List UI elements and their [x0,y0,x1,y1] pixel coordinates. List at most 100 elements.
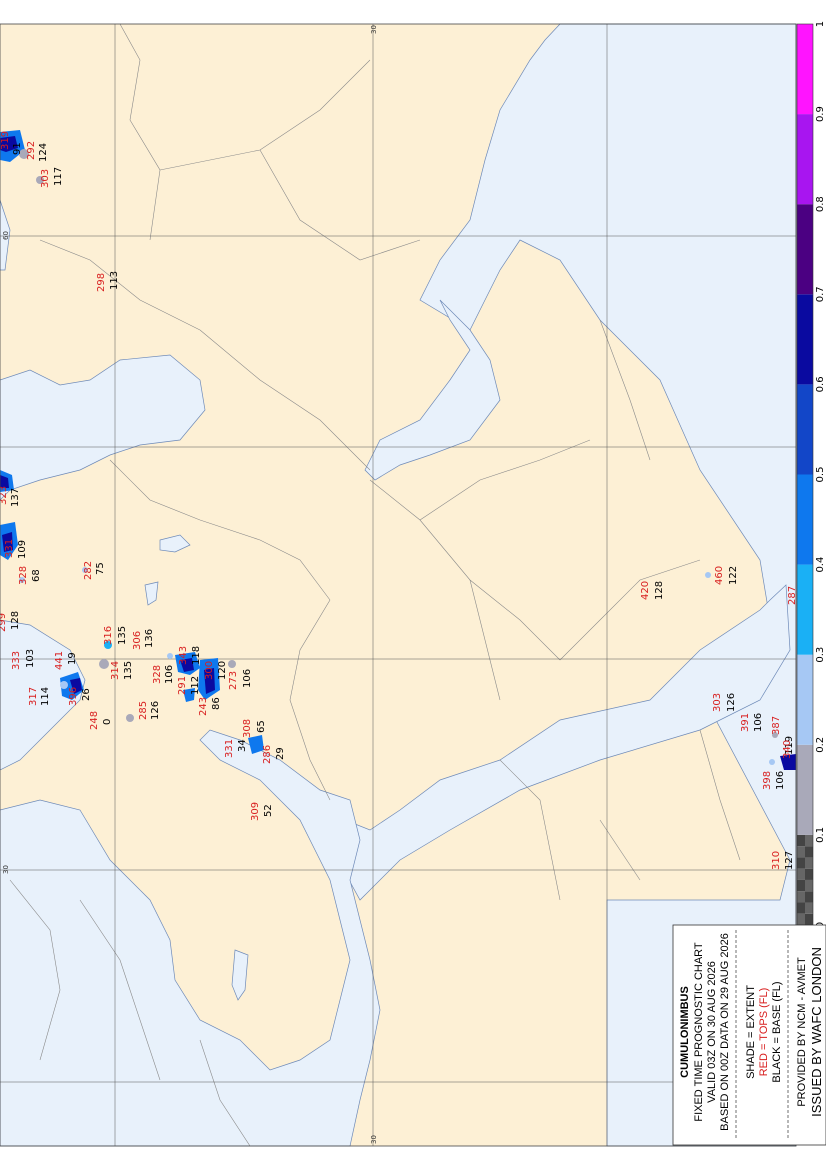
cell-base-label: 68 [31,569,42,582]
legend-provided-by: PROVIDED BY NCM - AVMET [796,957,808,1107]
cell-base-label: 65 [256,720,267,733]
cell-top-label: 306 [132,631,143,650]
colorbar-tick-label: 0.4 [815,557,826,573]
cell-base-label: 19 [67,652,78,665]
legend-key-tops: RED = TOPS (FL) [758,988,770,1077]
probability-colorbar: 00.10.20.30.40.50.60.70.80.91 [796,21,826,928]
colorbar-check-square [797,913,805,925]
colorbar-check-square [805,891,813,903]
cell-top-label: 420 [640,581,651,600]
cell-top-label: 285 [138,701,149,720]
cell-top-label: 317 [28,687,39,706]
cell-base-label: 126 [726,693,737,712]
colorbar-check-square [797,846,805,858]
colorbar-segment [797,294,813,385]
cell-top-label: 309 [250,802,261,821]
cell-top-label: 243 [198,697,209,716]
colorbar-tick-label: 0.5 [815,467,826,483]
cell-shape [228,660,236,668]
cell-top-label: 343 [178,646,189,665]
colorbar-tick-label: 0.2 [815,737,826,753]
cell-top-label: 460 [714,566,725,585]
colorbar-segment [797,564,813,655]
colorbar-tick-label: 0.1 [815,827,826,843]
cell-base-label: 91 [12,142,23,155]
cell-top-label: 300 [204,661,215,680]
cell-base-label: 106 [164,665,175,684]
cell-base-label: 29 [275,747,286,760]
cell-base-label: 135 [123,661,134,680]
cell-base-label: 75 [95,562,106,575]
cell-top-label: 303 [712,693,723,712]
grid-label-bottom: 30 [370,1135,378,1144]
cell-shape [99,659,109,669]
cell-top-label: 286 [262,745,273,764]
cell-top-label: 298 [96,273,107,292]
cell-top-label: 331 [4,539,15,558]
cumulonimbus-chart: 30 60 30 30 319 91 292 124 303 117 298 1… [0,21,826,1147]
cell-top-label: 308 [242,719,253,738]
cell-top-label: 340 [782,740,793,759]
colorbar-tick-label: 1 [815,21,826,27]
cell-shape [769,759,775,765]
cell-base-label: 128 [654,581,665,600]
cell-top-label: 391 [740,713,751,732]
cell-top-label: 398 [762,771,773,790]
legend-key-base: BLACK = BASE (FL) [771,981,783,1082]
cell-base-label: 120 [217,661,228,680]
cell-top-label: 292 [26,141,37,160]
legend-line-2: VALID 03Z ON 30 AUG 2026 [706,961,718,1103]
cell-top-label: 328 [18,566,29,585]
cell-top-label: 441 [54,651,65,670]
colorbar-segment [797,384,813,475]
cell-top-label: 319 [0,131,11,150]
colorbar-segment [797,654,813,745]
colorbar-check-square [805,868,813,880]
cell-top-label: 273 [228,671,239,690]
grid-label-top: 30 [370,25,378,34]
colorbar-check-square [797,834,805,847]
grid-label-left-upper: 60 [2,231,10,240]
legend-key-extent: SHADE = EXTENT [745,985,757,1079]
cell-base-label: 0 [102,719,113,725]
cell-base-label: 135 [117,626,128,645]
colorbar-segment [797,474,813,565]
cell-base-label: 52 [263,804,274,817]
colorbar-check-square [797,857,805,869]
colorbar-segment [797,204,813,295]
cell-base-label: 26 [81,688,92,701]
cell-top-label: 291 [177,676,188,695]
legend-box: CUMULONIMBUS FIXED TIME PROGNOSTIC CHART… [672,924,826,1146]
colorbar-segment [797,114,813,205]
cell-base-label: 122 [728,566,739,585]
cell-top-label: 323 [0,486,9,505]
cell-base-label: 112 [190,676,201,695]
cell-top-label: 248 [89,711,100,730]
colorbar-check-square [805,879,813,892]
cell-base-label: 136 [144,629,155,648]
colorbar-check-square [797,902,805,914]
cell-base-label: 117 [53,167,64,186]
cell-top-label: 282 [83,561,94,580]
cell-top-label: 316 [103,626,114,645]
grid-label-left-lower: 30 [2,865,10,874]
cell-base-label: 118 [191,646,202,665]
cell-base-label: 34 [237,739,248,752]
colorbar-check-square [805,846,813,858]
cell-top-label: 303 [40,169,51,188]
cell-top-label: 328 [152,665,163,684]
colorbar-check-square [805,857,813,869]
cell-top-label: 333 [11,651,22,670]
cell-top-label: 331 [224,739,235,758]
cell-base-label: 106 [753,713,764,732]
cell-base-label: 128 [10,611,21,630]
colorbar-check-square [805,834,813,847]
cell-base-label: 126 [150,701,161,720]
cell-top-label: 299 [0,613,8,632]
colorbar-tick-label: 0.7 [815,286,826,302]
cell-base-label: 114 [40,687,51,706]
cell-top-label: 314 [110,661,121,680]
cell-base-label: 103 [25,649,36,668]
cell-top-label: 396 [68,687,79,706]
colorbar-segment [797,744,813,835]
